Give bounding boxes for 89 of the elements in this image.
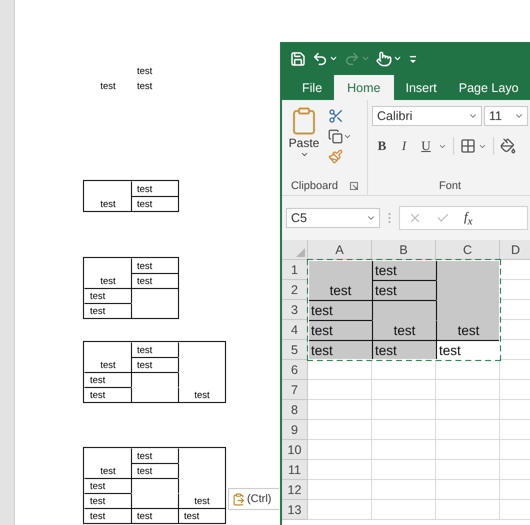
sheet-cell[interactable]: test [372,340,436,360]
clipboard-icon [232,492,245,506]
ribbon-tab[interactable]: File [292,75,332,100]
font-name-field[interactable]: Calibri [372,106,482,126]
sheet-cell[interactable]: test [372,260,436,280]
sheet-cell[interactable]: test [308,280,372,300]
table-cell: test [84,303,131,318]
row-header[interactable]: 12 [282,480,308,500]
row-header[interactable]: 13 [282,500,308,520]
caret-icon[interactable] [329,54,338,63]
insert-function-button[interactable]: f$_{x}$ [464,208,472,228]
ribbon-tab[interactable]: Home [334,75,394,100]
row-header[interactable]: 11 [282,460,308,480]
table-cell-text: test [99,359,117,372]
underline-button[interactable]: U [416,136,436,156]
table-cell-text: test [99,198,117,211]
table-cell-text: test [136,80,154,93]
row-header[interactable]: 2 [282,280,308,300]
sheet-cell[interactable]: test [436,340,500,360]
table-cell: test [178,387,225,402]
table-cell-text: test [99,275,117,288]
caret-icon[interactable] [343,132,352,141]
formula-bar[interactable]: f$_{x}$ [399,206,528,230]
more-icon [388,212,391,224]
table-cell: test [131,181,178,196]
dialog-launcher-icon[interactable] [350,182,358,190]
touch-icon[interactable] [376,50,392,66]
table-cell: test [84,372,131,387]
ribbon-tab[interactable]: Page Layo [448,75,529,100]
row-header[interactable]: 8 [282,400,308,420]
font-size-field[interactable]: 11 [484,106,528,126]
table-cell: test [178,493,225,508]
fill-color-icon[interactable] [500,138,516,154]
sheet-cell[interactable]: test [436,320,500,340]
save-icon[interactable] [290,50,306,66]
sheet-cell[interactable] [372,300,436,320]
table-cell: test [84,288,131,303]
table-cell: test [84,387,131,402]
table-cell: test [131,258,178,273]
group-label: Clipboard [290,180,338,192]
column-header[interactable]: C [436,240,500,260]
caret-icon[interactable] [393,54,402,63]
cut-icon[interactable] [328,108,344,124]
sheet-cell[interactable] [308,260,372,280]
paste-options-button[interactable]: (Ctrl) [228,488,279,510]
table-cell: test [84,508,131,523]
table-cell: test [131,448,178,463]
copy-icon[interactable] [328,129,343,144]
row-header[interactable]: 10 [282,440,308,460]
column-header[interactable]: B [372,240,436,260]
bold-button[interactable]: B [372,136,392,156]
table-cell: test [84,493,131,508]
column-header[interactable]: D [500,240,530,260]
table-cell: test [131,508,178,523]
row-header[interactable]: 4 [282,320,308,340]
sheet-cell[interactable] [436,260,500,280]
row-header[interactable]: 3 [282,300,308,320]
table-cell: test [131,463,178,478]
italic-button[interactable]: I [394,136,414,156]
sheet-cell[interactable]: test [372,320,436,340]
sheet-cell[interactable]: test [372,280,436,300]
table-cell: test [84,478,131,493]
column-header[interactable]: A [308,240,372,260]
paste-button[interactable]: Paste [286,106,322,177]
undo-icon[interactable] [312,50,328,66]
row-header[interactable]: 5 [282,340,308,360]
group-label: Font [438,180,461,192]
format-painter-icon[interactable] [328,149,343,164]
sheet-cell[interactable]: test [308,300,372,320]
table-cell: test [131,357,178,372]
table-cell: test [131,273,178,288]
table-cell-text: test [136,65,154,78]
table-cell: test [178,508,225,523]
borders-icon[interactable] [460,138,476,154]
table-cell: test [131,342,178,357]
select-all-icon[interactable] [296,248,305,257]
name-box[interactable]: C5 [286,208,380,228]
ribbon-tab[interactable]: Insert [396,75,447,100]
sheet-cell[interactable]: test [308,320,372,340]
row-header[interactable]: 7 [282,380,308,400]
caret-icon [300,150,308,159]
row-header[interactable]: 9 [282,420,308,440]
cancel-icon[interactable] [408,211,422,225]
sheet-cell[interactable]: test [308,340,372,360]
table-cell-text: test [99,80,117,93]
row-header[interactable]: 1 [282,260,308,280]
table-cell: test [131,196,178,211]
row-header[interactable]: 6 [282,360,308,380]
table-cell-text: test [99,465,117,478]
